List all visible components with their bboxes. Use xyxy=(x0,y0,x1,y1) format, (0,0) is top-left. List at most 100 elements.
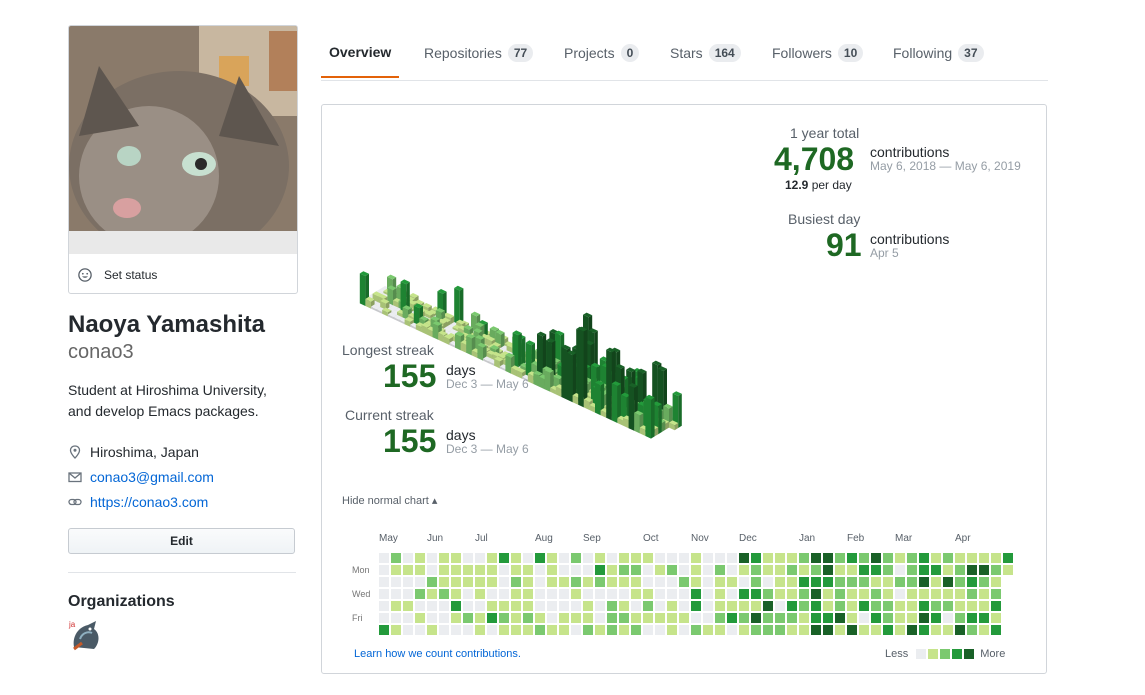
contribution-day[interactable] xyxy=(811,589,821,599)
contribution-day[interactable] xyxy=(751,625,761,635)
contribution-day[interactable] xyxy=(799,601,809,611)
contribution-day[interactable] xyxy=(427,601,437,611)
contribution-day[interactable] xyxy=(499,625,509,635)
contribution-day[interactable] xyxy=(391,565,401,575)
contribution-day[interactable] xyxy=(811,565,821,575)
contribution-day[interactable] xyxy=(643,565,653,575)
contribution-day[interactable] xyxy=(823,601,833,611)
contribution-day[interactable] xyxy=(475,613,485,623)
set-status-button[interactable]: Set status xyxy=(69,256,297,293)
contribution-day[interactable] xyxy=(703,625,713,635)
contribution-day[interactable] xyxy=(535,613,545,623)
contribution-day[interactable] xyxy=(847,553,857,563)
contribution-day[interactable] xyxy=(847,613,857,623)
contribution-day[interactable] xyxy=(799,565,809,575)
contribution-day[interactable] xyxy=(499,601,509,611)
contribution-day[interactable] xyxy=(823,553,833,563)
contribution-day[interactable] xyxy=(415,553,425,563)
contribution-day[interactable] xyxy=(907,577,917,587)
contribution-day[interactable] xyxy=(979,613,989,623)
contribution-day[interactable] xyxy=(979,577,989,587)
contribution-day[interactable] xyxy=(667,553,677,563)
tab-following[interactable]: Following 37 xyxy=(893,27,984,79)
contribution-day[interactable] xyxy=(919,613,929,623)
contribution-day[interactable] xyxy=(523,601,533,611)
contribution-day[interactable] xyxy=(475,565,485,575)
contribution-day[interactable] xyxy=(547,613,557,623)
contribution-day[interactable] xyxy=(583,577,593,587)
contribution-day[interactable] xyxy=(811,601,821,611)
contribution-day[interactable] xyxy=(883,601,893,611)
contribution-day[interactable] xyxy=(487,601,497,611)
contribution-day[interactable] xyxy=(895,613,905,623)
contribution-day[interactable] xyxy=(859,613,869,623)
contribution-day[interactable] xyxy=(847,565,857,575)
contribution-day[interactable] xyxy=(775,553,785,563)
learn-contributions-link[interactable]: Learn how we count contributions. xyxy=(354,648,521,660)
contribution-day[interactable] xyxy=(691,577,701,587)
contribution-day[interactable] xyxy=(883,613,893,623)
organization-avatar[interactable]: ja xyxy=(68,617,104,653)
contribution-day[interactable] xyxy=(595,577,605,587)
contribution-day[interactable] xyxy=(859,577,869,587)
contribution-day[interactable] xyxy=(607,589,617,599)
contribution-day[interactable] xyxy=(427,565,437,575)
contribution-day[interactable] xyxy=(811,577,821,587)
contribution-day[interactable] xyxy=(427,625,437,635)
contribution-day[interactable] xyxy=(787,589,797,599)
contribution-day[interactable] xyxy=(391,613,401,623)
contribution-day[interactable] xyxy=(979,565,989,575)
contribution-day[interactable] xyxy=(703,577,713,587)
contribution-day[interactable] xyxy=(907,625,917,635)
contribution-day[interactable] xyxy=(535,577,545,587)
contribution-day[interactable] xyxy=(559,613,569,623)
contribution-day[interactable] xyxy=(631,577,641,587)
contribution-day[interactable] xyxy=(739,589,749,599)
contribution-day[interactable] xyxy=(655,589,665,599)
contribution-day[interactable] xyxy=(715,565,725,575)
contribution-day[interactable] xyxy=(523,553,533,563)
contribution-day[interactable] xyxy=(907,589,917,599)
contribution-day[interactable] xyxy=(631,625,641,635)
contribution-day[interactable] xyxy=(559,589,569,599)
contribution-day[interactable] xyxy=(967,577,977,587)
contribution-day[interactable] xyxy=(859,565,869,575)
contribution-day[interactable] xyxy=(523,625,533,635)
contribution-day[interactable] xyxy=(679,601,689,611)
contribution-day[interactable] xyxy=(403,553,413,563)
tab-repositories[interactable]: Repositories 77 xyxy=(424,27,534,79)
contribution-day[interactable] xyxy=(847,625,857,635)
contribution-day[interactable] xyxy=(499,553,509,563)
contribution-day[interactable] xyxy=(1003,565,1013,575)
contribution-day[interactable] xyxy=(943,601,953,611)
contribution-day[interactable] xyxy=(535,565,545,575)
contribution-day[interactable] xyxy=(859,625,869,635)
contribution-day[interactable] xyxy=(823,577,833,587)
contribution-day[interactable] xyxy=(439,577,449,587)
contribution-day[interactable] xyxy=(379,565,389,575)
contribution-day[interactable] xyxy=(751,589,761,599)
contribution-day[interactable] xyxy=(763,577,773,587)
contribution-day[interactable] xyxy=(547,565,557,575)
contribution-day[interactable] xyxy=(703,601,713,611)
contribution-day[interactable] xyxy=(703,613,713,623)
contribution-day[interactable] xyxy=(691,601,701,611)
contribution-day[interactable] xyxy=(463,625,473,635)
contribution-day[interactable] xyxy=(943,613,953,623)
contribution-day[interactable] xyxy=(763,589,773,599)
contribution-day[interactable] xyxy=(619,553,629,563)
contribution-day[interactable] xyxy=(751,601,761,611)
contribution-day[interactable] xyxy=(451,613,461,623)
contribution-day[interactable] xyxy=(739,625,749,635)
contribution-day[interactable] xyxy=(871,625,881,635)
contribution-day[interactable] xyxy=(643,601,653,611)
contribution-day[interactable] xyxy=(487,613,497,623)
contribution-day[interactable] xyxy=(847,589,857,599)
contribution-day[interactable] xyxy=(679,553,689,563)
contribution-day[interactable] xyxy=(787,577,797,587)
contribution-day[interactable] xyxy=(379,577,389,587)
contribution-day[interactable] xyxy=(871,577,881,587)
contribution-day[interactable] xyxy=(883,565,893,575)
contribution-day[interactable] xyxy=(895,553,905,563)
contribution-day[interactable] xyxy=(739,613,749,623)
